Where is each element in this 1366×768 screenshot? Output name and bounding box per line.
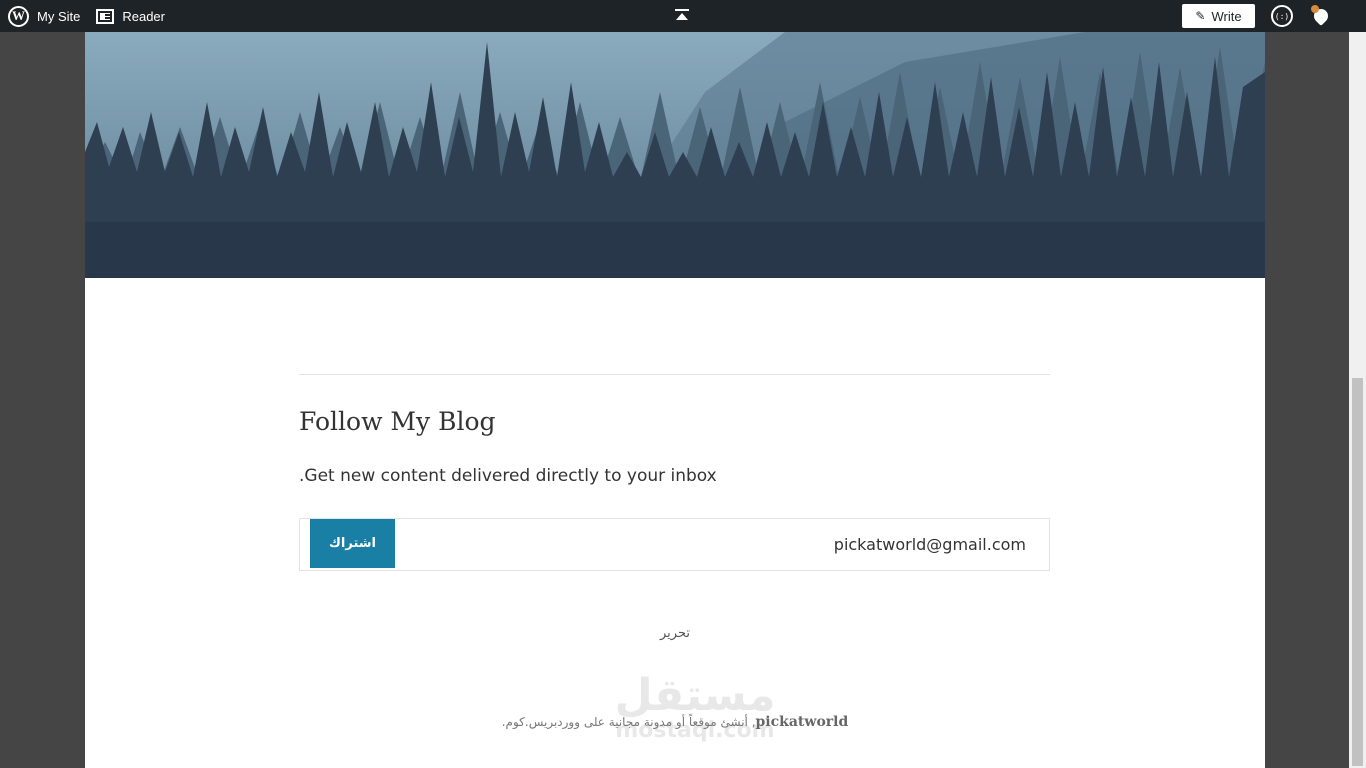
- my-site-label: My Site: [37, 8, 81, 24]
- section-divider: [299, 374, 1050, 375]
- write-button[interactable]: ✎ Write: [1182, 4, 1255, 28]
- notification-dot: [1311, 5, 1319, 13]
- my-site-button[interactable]: W My Site: [0, 0, 88, 32]
- admin-bar-left: W My Site Reader: [0, 0, 173, 32]
- footer-site-link[interactable]: pickatworld: [756, 714, 849, 730]
- page-content: Follow My Blog .Get new content delivere…: [85, 32, 1265, 768]
- site-footer: pickatworld, أنشئ موقعاً أو مدونة مجانية…: [85, 714, 1265, 730]
- follow-title: Follow My Blog: [299, 407, 496, 436]
- watermark-arabic: مستقل: [614, 670, 776, 721]
- admin-bar: W My Site Reader ✎ Write (:): [0, 0, 1366, 32]
- forest-illustration: [85, 32, 1265, 278]
- reader-label: Reader: [122, 8, 165, 24]
- vertical-scrollbar[interactable]: [1349, 32, 1366, 768]
- subscribe-form: اشتراك: [299, 518, 1050, 571]
- footer-note[interactable]: , أنشئ موقعاً أو مدونة مجانية على ووردبر…: [502, 715, 756, 729]
- reader-icon: [96, 8, 115, 24]
- header-image: [85, 32, 1265, 278]
- watermark: مستقل mostaql.com: [595, 672, 795, 742]
- wordpress-logo-icon: W: [8, 5, 29, 27]
- scrollbar-thumb[interactable]: [1352, 378, 1363, 766]
- email-field[interactable]: [395, 519, 1049, 570]
- follow-subtitle: .Get new content delivered directly to y…: [299, 466, 717, 486]
- feather-icon: ✎: [1195, 9, 1206, 23]
- edit-link[interactable]: تحرير: [85, 626, 1265, 641]
- notifications-icon[interactable]: [1310, 5, 1332, 27]
- reader-button[interactable]: Reader: [88, 0, 173, 32]
- follow-section: Follow My Blog .Get new content delivere…: [299, 374, 1050, 571]
- collapse-toolbar-icon[interactable]: [675, 9, 689, 23]
- user-avatar-icon[interactable]: (:): [1271, 5, 1293, 27]
- write-label: Write: [1211, 8, 1242, 24]
- subscribe-button[interactable]: اشتراك: [310, 519, 395, 568]
